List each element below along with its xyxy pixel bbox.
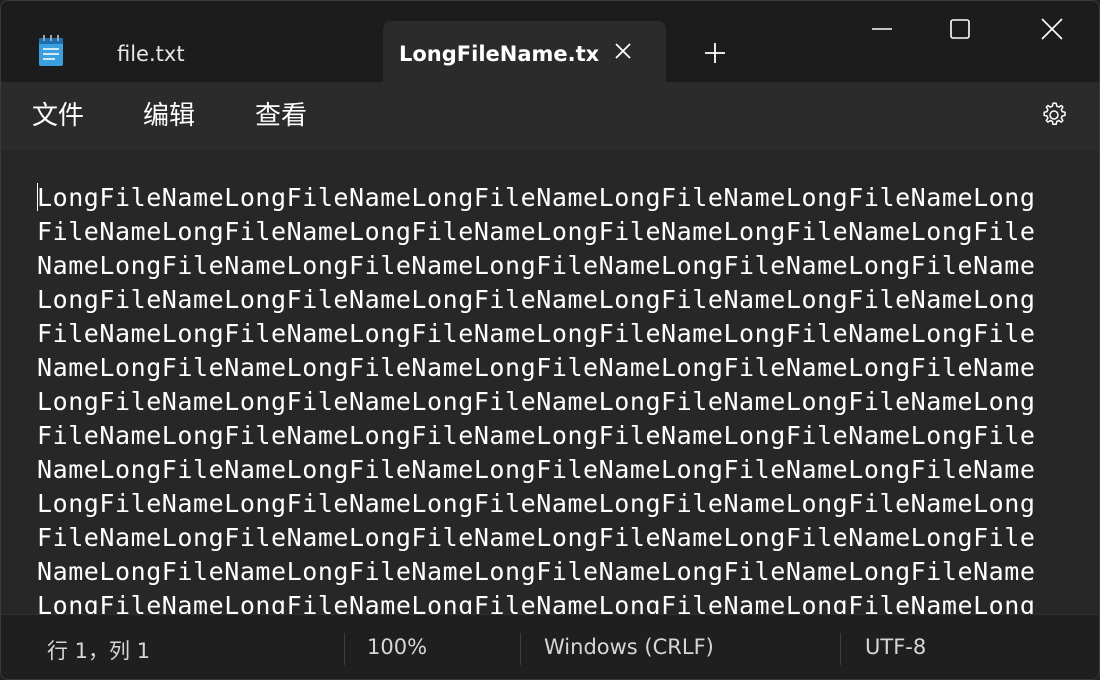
text-editor[interactable]: LongFileNameLongFileNameLongFileNameLong…	[1, 150, 1099, 614]
status-divider	[840, 633, 841, 665]
status-bar: 行 1，列 1 100% Windows (CRLF) UTF-8	[1, 614, 1099, 679]
text-line: LongFileNameLongFileNameLongFileNameLong…	[37, 183, 1036, 212]
plus-icon[interactable]	[701, 39, 729, 67]
menu-view[interactable]: 查看	[255, 96, 307, 136]
close-window-button[interactable]	[1029, 9, 1075, 49]
tab-label: LongFileName.tx	[399, 42, 600, 66]
text-line: LongFileNameLongFileNameLongFileNameLong…	[37, 591, 1036, 614]
menu-bar: 文件 编辑 查看	[1, 82, 1099, 150]
tab-longfilename[interactable]: LongFileName.tx	[383, 21, 666, 82]
close-tab-icon[interactable]	[611, 39, 635, 63]
tab-label: file.txt	[117, 42, 185, 66]
status-divider	[520, 633, 521, 665]
text-line: NameLongFileNameLongFileNameLongFileName…	[37, 557, 1036, 586]
text-line: LongFileNameLongFileNameLongFileNameLong…	[37, 387, 1036, 416]
text-line: LongFileNameLongFileNameLongFileNameLong…	[37, 489, 1036, 518]
zoom-level[interactable]: 100%	[367, 635, 427, 659]
settings-button[interactable]	[1035, 96, 1073, 134]
text-line: LongFileNameLongFileNameLongFileNameLong…	[37, 285, 1036, 314]
menu-file[interactable]: 文件	[32, 96, 84, 136]
text-line: NameLongFileNameLongFileNameLongFileName…	[37, 455, 1036, 484]
minimize-button[interactable]	[859, 9, 905, 49]
gear-icon	[1043, 102, 1066, 125]
notepad-window: file.txt LongFileName.tx 文件 编辑 查看 LongFi…	[0, 0, 1100, 680]
notepad-icon	[39, 35, 63, 66]
status-divider	[344, 633, 345, 665]
text-line: FileNameLongFileNameLongFileNameLongFile…	[37, 319, 1036, 348]
maximize-icon	[950, 19, 970, 39]
text-line: FileNameLongFileNameLongFileNameLongFile…	[37, 523, 1036, 552]
title-bar[interactable]: file.txt LongFileName.tx	[1, 1, 1099, 82]
close-icon	[1041, 18, 1063, 40]
text-line: FileNameLongFileNameLongFileNameLongFile…	[37, 421, 1036, 450]
minimize-icon	[872, 28, 892, 30]
editor-text[interactable]: LongFileNameLongFileNameLongFileNameLong…	[37, 181, 1077, 614]
text-line: NameLongFileNameLongFileNameLongFileName…	[37, 353, 1036, 382]
tab-file-txt[interactable]: file.txt	[91, 21, 381, 82]
line-ending[interactable]: Windows (CRLF)	[544, 635, 714, 659]
text-line: NameLongFileNameLongFileNameLongFileName…	[37, 251, 1036, 280]
encoding[interactable]: UTF-8	[865, 635, 926, 659]
cursor-position: 行 1，列 1	[47, 639, 151, 663]
menu-edit[interactable]: 编辑	[143, 96, 195, 136]
maximize-button[interactable]	[937, 9, 983, 49]
text-line: FileNameLongFileNameLongFileNameLongFile…	[37, 217, 1036, 246]
